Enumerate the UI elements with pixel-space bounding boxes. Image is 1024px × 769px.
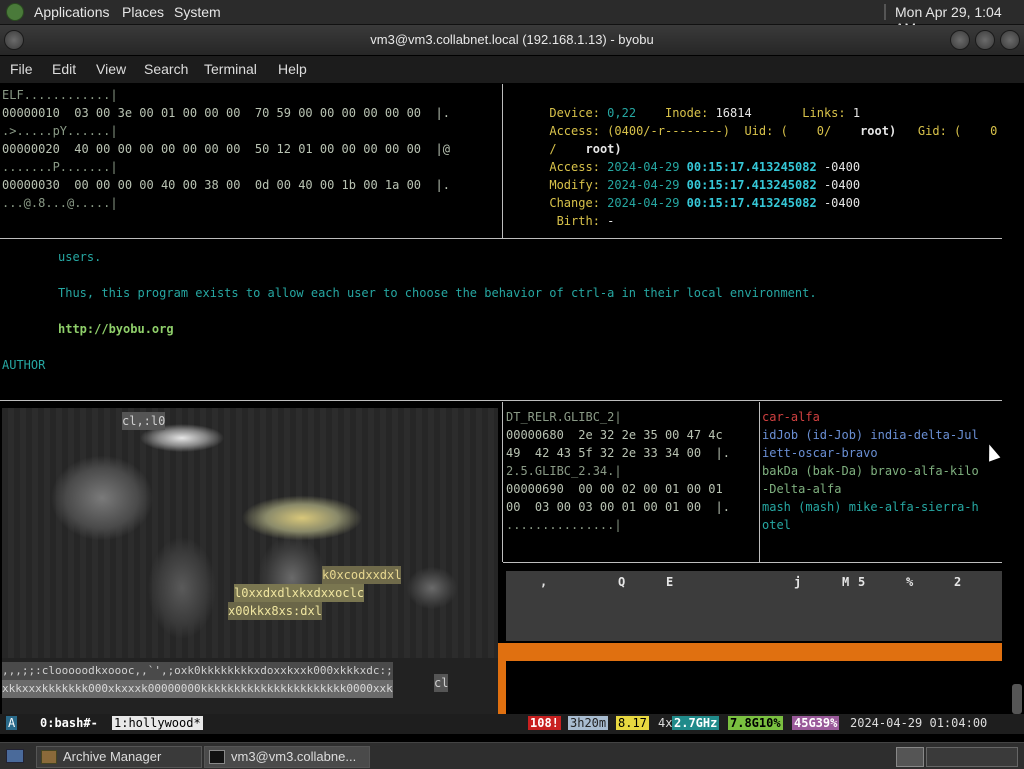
pane-hexdump-top[interactable]: ELF............| 00000010 03 00 3e 00 01… xyxy=(0,84,501,238)
man-url-link[interactable]: http://byobu.org xyxy=(58,320,174,338)
disk-badge: 45G39% xyxy=(792,716,840,730)
window-title: vm3@vm3.collabnet.local (192.168.1.13) -… xyxy=(370,32,654,47)
hex-line: 00000680 2e 32 2e 35 00 47 4c xyxy=(506,428,723,442)
taskbar: Archive Manager vm3@vm3.collabne... xyxy=(0,742,1024,769)
hex-line: 00000030 00 00 00 00 40 00 38 00 0d 00 4… xyxy=(2,178,450,192)
pane-hexdump-mid[interactable]: DT_RELR.GLIBC_2| 00000680 2e 32 2e 35 00… xyxy=(504,408,758,558)
ascii-art-fragment: cl,:l0 xyxy=(122,412,166,430)
ascii-art-text: xkkxxxkkkkkkk000xkxxxk00000000kkkkkkkkkk… xyxy=(2,680,393,698)
man-text: Thus, this program exists to allow each … xyxy=(58,286,817,300)
hex-line: .>.....pY......| xyxy=(2,124,118,138)
menu-search[interactable]: Search xyxy=(144,61,188,77)
minimize-button[interactable] xyxy=(950,30,970,50)
menu-system[interactable]: System xyxy=(174,4,221,20)
matrix-char: 5 xyxy=(858,575,866,589)
nato-line: iett-oscar-bravo xyxy=(762,446,878,460)
man-section-heading: AUTHOR xyxy=(2,358,46,372)
matrix-char: Q xyxy=(618,575,626,589)
menu-applications[interactable]: Applications xyxy=(34,4,110,20)
panel-separator xyxy=(884,4,886,20)
matrix-char: M xyxy=(842,575,850,589)
workspace-switcher-empty[interactable] xyxy=(926,747,1018,767)
terminal-icon xyxy=(209,750,225,764)
man-text: users. xyxy=(58,250,102,264)
nato-line: car-alfa xyxy=(762,410,820,424)
hex-line: 00000020 40 00 00 00 00 00 00 00 50 12 0… xyxy=(2,142,450,156)
nato-line: idJob (id-Job) india-delta-Jul xyxy=(762,428,979,442)
nato-line: mash (mash) mike-alfa-sierra-h xyxy=(762,500,979,514)
hex-line: 00000690 00 00 02 00 01 00 01 xyxy=(506,482,723,496)
pane-divider-h xyxy=(503,562,1002,563)
hex-line: 00 03 00 03 00 01 00 01 00 |. xyxy=(506,500,730,514)
taskbar-label: Archive Manager xyxy=(63,749,162,764)
nato-line: bakDa (bak-Da) bravo-alfa-kilo xyxy=(762,464,979,478)
ascii-art-image xyxy=(2,408,498,658)
taskbar-item-terminal[interactable]: vm3@vm3.collabne... xyxy=(204,746,370,768)
datetime: 2024-04-29 01:04:00 xyxy=(850,716,988,730)
nato-line: otel xyxy=(762,518,791,532)
terminal-scrollbar[interactable] xyxy=(1012,684,1022,714)
hex-line: ...............| xyxy=(506,518,622,532)
hex-line: 49 42 43 5f 32 2e 33 34 00 |. xyxy=(506,446,730,460)
show-desktop-icon[interactable] xyxy=(6,749,24,763)
pane-ascii-art[interactable]: cl,:l0 k0xcodxxdxl l0xxdxdlxkxdxxoclc x0… xyxy=(2,408,498,714)
pane-nato-words[interactable]: car-alfa idJob (id-Job) india-delta-Jul … xyxy=(761,408,1006,558)
maximize-button[interactable] xyxy=(975,30,995,50)
session-indicator: A xyxy=(6,716,18,730)
pane-matrix[interactable]: , Q E j M 5 % 2 xyxy=(506,571,1002,641)
matrix-char: E xyxy=(666,575,674,589)
taskbar-item-archive-manager[interactable]: Archive Manager xyxy=(36,746,202,768)
hex-line: ELF............| xyxy=(2,88,118,102)
byobu-status-bar: A 0:bash#- 1:hollywood* 108! 3h20m 8.17 … xyxy=(0,714,1024,734)
workspace-switcher-icon[interactable] xyxy=(896,747,924,767)
uptime-badge: 3h20m xyxy=(568,716,609,730)
window-titlebar[interactable]: vm3@vm3.collabnet.local (192.168.1.13) -… xyxy=(0,25,1024,55)
load-badge: 8.17 xyxy=(616,716,649,730)
updates-badge: 108! xyxy=(528,716,561,730)
archive-icon xyxy=(41,750,57,764)
ascii-art-fragment: x00kkx8xs:dxl xyxy=(228,602,322,620)
ascii-art-text: ,,,;;:clooooodkxoooc,,`',;oxk0kkkkkkkkxd… xyxy=(2,662,393,680)
window-tab-0[interactable]: 0:bash#- xyxy=(38,716,100,730)
nato-line: -Delta-alfa xyxy=(762,482,842,496)
hex-line: 2.5.GLIBC_2.34.| xyxy=(506,464,622,478)
hex-line: DT_RELR.GLIBC_2| xyxy=(506,410,622,424)
pane-divider-v xyxy=(502,84,503,238)
orange-progress-bar xyxy=(498,643,1002,661)
menu-view[interactable]: View xyxy=(96,61,126,77)
menu-terminal[interactable]: Terminal xyxy=(204,61,257,77)
window-tab-1[interactable]: 1:hollywood* xyxy=(112,716,203,730)
close-button[interactable] xyxy=(1000,30,1020,50)
hex-line: 00000010 03 00 3e 00 01 00 00 00 70 59 0… xyxy=(2,106,450,120)
cpu-freq-badge: 2.7GHz xyxy=(672,716,720,730)
matrix-char: j xyxy=(794,575,802,589)
orange-bar-left xyxy=(498,661,506,714)
memory-badge: 7.8G10% xyxy=(728,716,783,730)
terminal-area[interactable]: ELF............| 00000010 03 00 3e 00 01… xyxy=(0,84,1024,714)
matrix-char: % xyxy=(906,575,914,589)
matrix-char: 2 xyxy=(954,575,962,589)
hex-line: .......P.......| xyxy=(2,160,118,174)
pane-stat[interactable]: Device: 0,22 Inode: 16814 Links: 1 Acces… xyxy=(504,84,1024,238)
hex-line: ...@.8...@.....| xyxy=(2,196,118,210)
ascii-art-fragment: k0xcodxxdxl xyxy=(322,566,402,584)
top-panel: Applications Places System Mon Apr 29, 1… xyxy=(0,0,1024,36)
pane-divider-h xyxy=(0,400,1002,401)
pane-divider-h xyxy=(0,238,1002,239)
menu-places[interactable]: Places xyxy=(122,4,164,20)
distro-logo-icon[interactable] xyxy=(6,3,24,21)
pane-divider-v xyxy=(759,402,760,562)
ascii-art-fragment: cl xyxy=(434,674,449,692)
pane-manpage[interactable]: users. Thus, this program exists to allo… xyxy=(0,240,1002,400)
menu-edit[interactable]: Edit xyxy=(52,61,76,77)
ascii-art-fragment: l0xxdxdlxkxdxxoclc xyxy=(234,584,365,602)
menu-file[interactable]: File xyxy=(10,61,33,77)
menu-help[interactable]: Help xyxy=(278,61,307,77)
matrix-char: , xyxy=(540,575,548,589)
taskbar-label: vm3@vm3.collabne... xyxy=(231,749,357,764)
pane-divider-v xyxy=(502,402,503,562)
terminal-menubar: File Edit View Search Terminal Help xyxy=(0,56,1024,83)
